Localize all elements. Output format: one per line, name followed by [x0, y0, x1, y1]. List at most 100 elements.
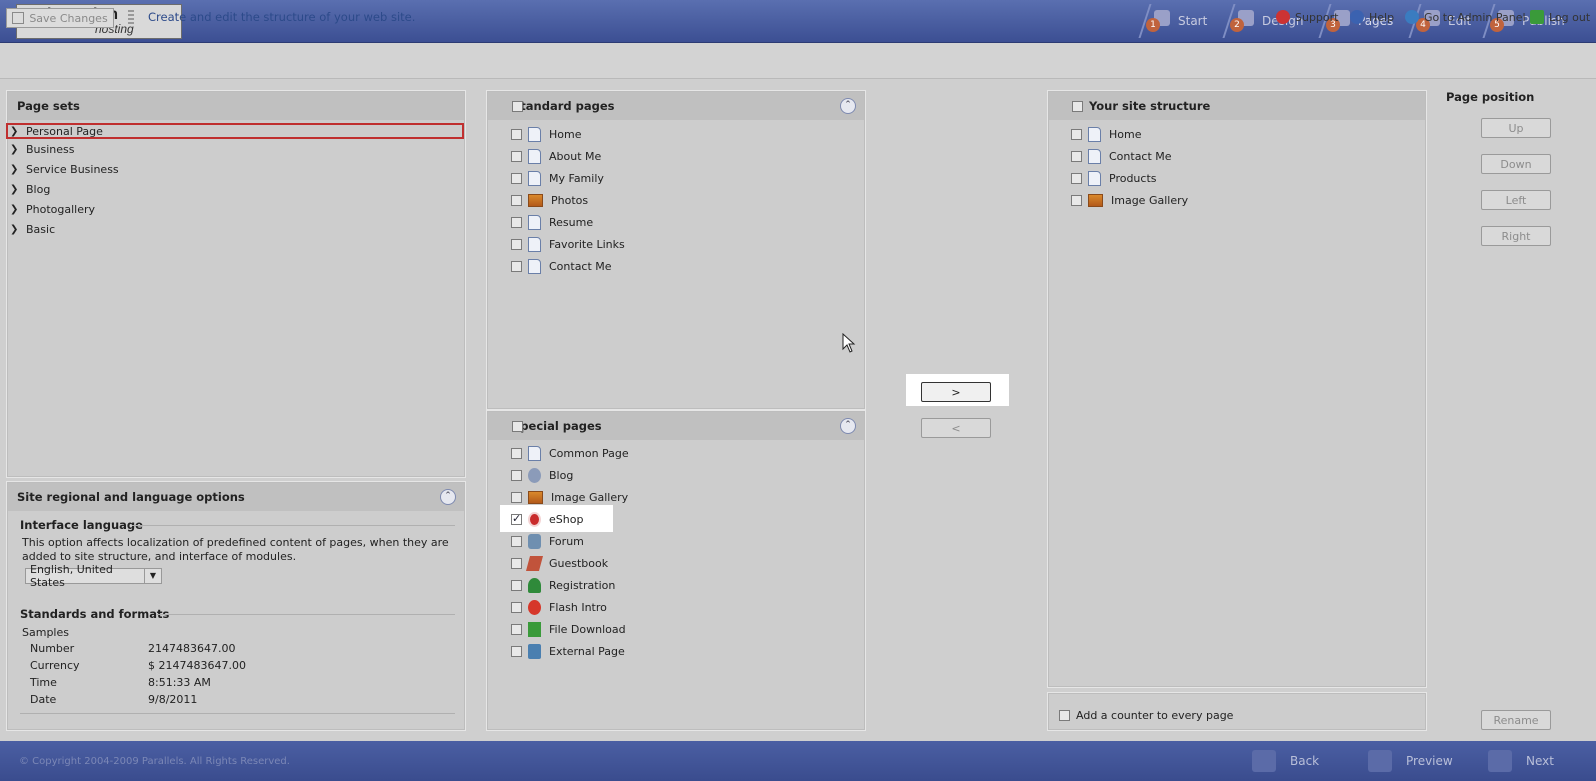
- page-label: Contact Me: [1109, 149, 1172, 163]
- standard-page-row[interactable]: Home: [511, 125, 581, 143]
- admin-panel-link[interactable]: Go to Admin Panel: [1405, 10, 1526, 24]
- save-changes-button[interactable]: Save Changes: [6, 8, 114, 28]
- special-page-row[interactable]: Flash Intro: [511, 598, 607, 616]
- special-page-row[interactable]: Common Page: [511, 444, 629, 462]
- site-structure-row[interactable]: Image Gallery: [1071, 191, 1188, 209]
- page-checkbox[interactable]: [511, 150, 522, 162]
- page-checkbox[interactable]: [511, 469, 522, 481]
- page-set-label: Personal Page: [26, 124, 103, 138]
- special-page-row[interactable]: File Download: [511, 620, 626, 638]
- page-checkbox[interactable]: [1071, 128, 1082, 140]
- standard-page-row[interactable]: Photos: [511, 191, 588, 209]
- page-set-item[interactable]: ❯ Photogallery: [10, 200, 459, 218]
- move-right-button[interactable]: Right: [1481, 226, 1551, 246]
- remove-page-button[interactable]: <: [921, 418, 991, 438]
- step-start[interactable]: 1 Start: [1128, 0, 1207, 42]
- collapse-icon[interactable]: ⌃: [440, 489, 456, 505]
- page-checkbox[interactable]: [511, 645, 522, 657]
- standard-page-row[interactable]: Contact Me: [511, 257, 612, 275]
- regional-options-title: Site regional and language options: [8, 483, 464, 511]
- page-label: File Download: [549, 622, 626, 636]
- standard-page-row[interactable]: Resume: [511, 213, 593, 231]
- page-label: Blog: [549, 468, 574, 482]
- counter-option-row[interactable]: Add a counter to every page: [1059, 706, 1233, 724]
- logout-link[interactable]: Log out: [1530, 10, 1590, 24]
- page-set-item[interactable]: ❯ Business: [10, 140, 459, 158]
- page-checkbox[interactable]: [511, 194, 522, 206]
- page-checkbox[interactable]: [511, 238, 522, 250]
- page-set-item[interactable]: ❯ Service Business: [10, 160, 459, 178]
- page-checkbox[interactable]: [511, 535, 522, 547]
- rename-button[interactable]: Rename: [1481, 710, 1551, 730]
- page-checkbox[interactable]: [511, 216, 522, 228]
- language-select[interactable]: English, United States ▼: [25, 563, 162, 589]
- support-icon: [1276, 10, 1290, 24]
- sample-time-label: Time: [30, 676, 57, 689]
- page-position-title: Page position: [1446, 90, 1535, 104]
- select-all-special-checkbox[interactable]: [512, 421, 523, 432]
- standard-page-row[interactable]: My Family: [511, 169, 604, 187]
- page-checkbox[interactable]: [511, 601, 522, 613]
- help-link[interactable]: Help: [1350, 10, 1394, 24]
- add-page-button[interactable]: >: [921, 382, 991, 402]
- page-checkbox[interactable]: [511, 447, 522, 459]
- special-page-row[interactable]: Blog: [511, 466, 573, 484]
- page-checkbox[interactable]: [511, 491, 522, 503]
- help-icon: [1350, 10, 1364, 24]
- page-checkbox[interactable]: [511, 579, 522, 591]
- site-structure-row[interactable]: Home: [1071, 125, 1141, 143]
- section-divider: [157, 614, 455, 615]
- move-up-button[interactable]: Up: [1481, 118, 1551, 138]
- page-set-item[interactable]: ❯ Blog: [10, 180, 459, 198]
- preview-button[interactable]: Preview: [1368, 741, 1453, 781]
- page-set-item[interactable]: ❯ Personal Page: [10, 122, 459, 140]
- site-structure-row[interactable]: Contact Me: [1071, 147, 1172, 165]
- special-page-row[interactable]: Registration: [511, 576, 615, 594]
- page-checkbox[interactable]: [511, 172, 522, 184]
- special-page-row[interactable]: Forum: [511, 532, 584, 550]
- page-checkbox[interactable]: [511, 512, 522, 525]
- page-set-item[interactable]: ❯ Basic: [10, 220, 459, 238]
- select-all-standard-checkbox[interactable]: [512, 101, 523, 112]
- page-checkbox[interactable]: [511, 260, 522, 272]
- chevron-right-icon: ❯: [10, 223, 19, 235]
- chevron-right-icon: ❯: [10, 125, 19, 137]
- special-page-row[interactable]: Image Gallery: [511, 488, 628, 506]
- move-down-button[interactable]: Down: [1481, 154, 1551, 174]
- standard-page-row[interactable]: Favorite Links: [511, 235, 625, 253]
- sample-number-label: Number: [30, 642, 75, 655]
- standard-page-row[interactable]: About Me: [511, 147, 601, 165]
- special-page-row[interactable]: Guestbook: [511, 554, 608, 572]
- move-left-button[interactable]: Left: [1481, 190, 1551, 210]
- page-checkbox[interactable]: [511, 128, 522, 140]
- site-structure-row[interactable]: Products: [1071, 169, 1157, 187]
- page-checkbox[interactable]: [511, 623, 522, 635]
- page-label: Home: [549, 127, 582, 141]
- chevron-right-icon: ❯: [10, 143, 19, 155]
- page-label: Contact Me: [549, 259, 612, 273]
- file-download-icon: [528, 621, 541, 637]
- admin-panel-label: Go to Admin Panel: [1424, 10, 1526, 24]
- page-icon: [528, 258, 541, 274]
- special-page-row[interactable]: eShop: [511, 510, 583, 528]
- external-page-icon: [528, 643, 541, 659]
- back-button[interactable]: Back: [1252, 741, 1319, 781]
- special-page-row[interactable]: External Page: [511, 642, 625, 660]
- interface-language-title: Interface language: [20, 518, 143, 532]
- next-button[interactable]: Next: [1488, 741, 1554, 781]
- add-counter-checkbox[interactable]: [1059, 709, 1070, 721]
- collapse-icon[interactable]: ⌃: [840, 98, 856, 114]
- page-checkbox[interactable]: [1071, 172, 1082, 184]
- page-set-label: Photogallery: [26, 202, 96, 216]
- page-set-label: Service Business: [26, 162, 119, 176]
- support-link[interactable]: Support: [1276, 10, 1338, 24]
- save-changes-label: Save Changes: [29, 11, 108, 25]
- page-checkbox[interactable]: [1071, 194, 1082, 206]
- page-checkbox[interactable]: [511, 557, 522, 569]
- start-step-icon: 1: [1144, 8, 1174, 34]
- chevron-down-icon[interactable]: ▼: [144, 569, 161, 583]
- page-checkbox[interactable]: [1071, 150, 1082, 162]
- select-all-structure-checkbox[interactable]: [1072, 101, 1083, 112]
- sample-date-label: Date: [30, 693, 57, 706]
- collapse-icon[interactable]: ⌃: [840, 418, 856, 434]
